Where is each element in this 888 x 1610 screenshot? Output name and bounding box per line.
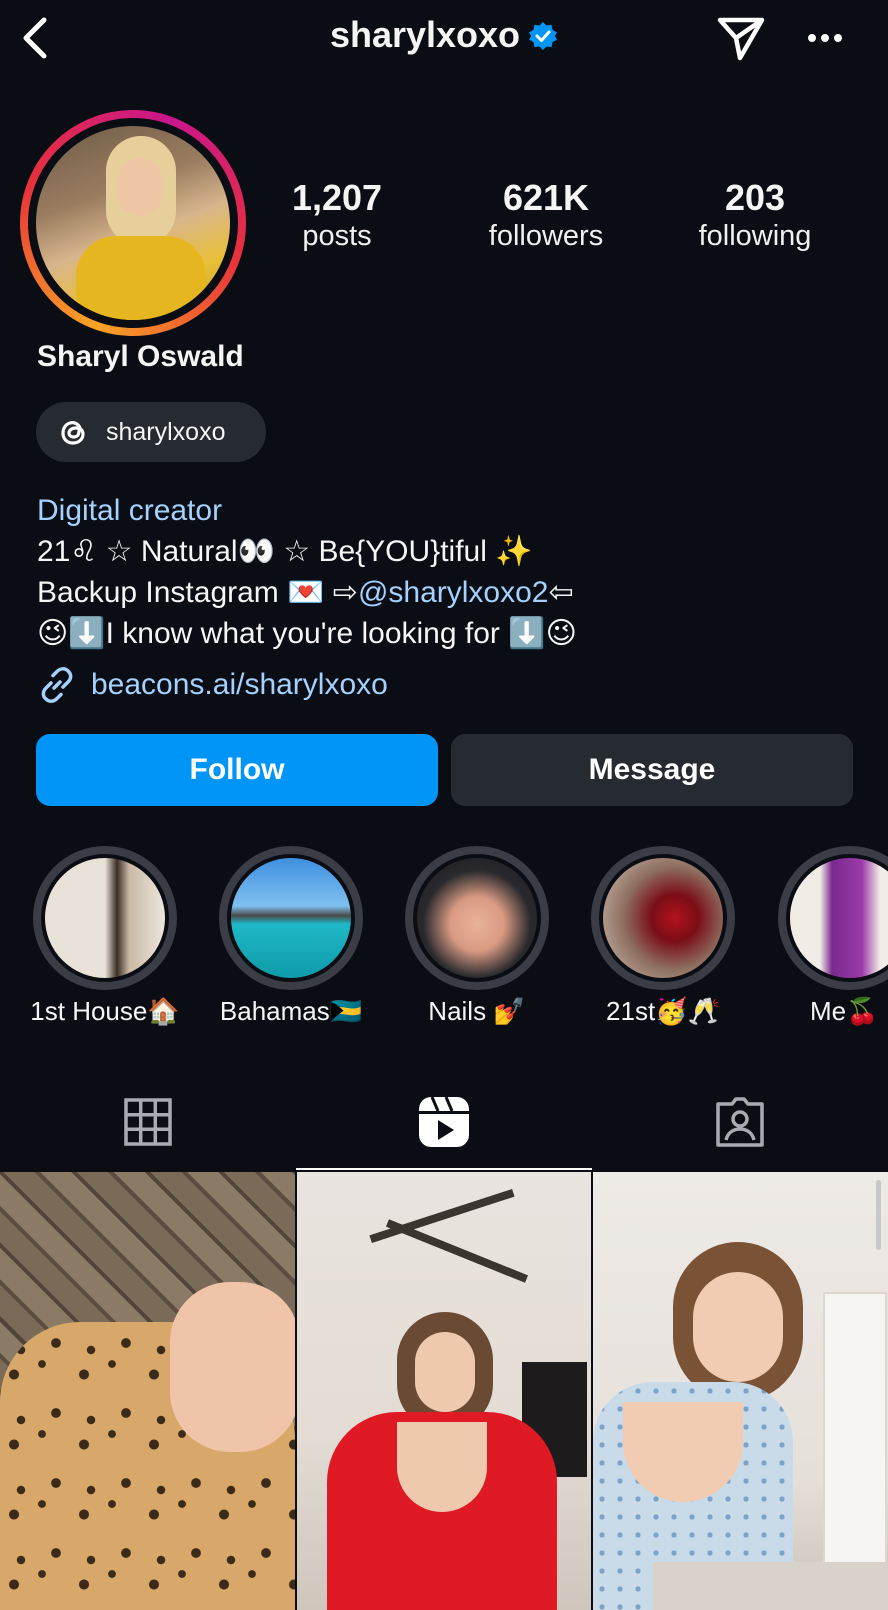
threads-badge[interactable]: sharylxoxo xyxy=(36,402,266,462)
active-tab-indicator xyxy=(296,1168,592,1170)
bio-line: 😉⬇️I know what you're looking for ⬇️😉 xyxy=(37,617,577,650)
highlight-item[interactable]: Bahamas🇧🇸 xyxy=(206,846,376,1027)
following-value: 203 xyxy=(724,177,786,218)
highlight-item[interactable]: 1st House🏠 xyxy=(20,846,190,1027)
more-options-button[interactable] xyxy=(800,18,850,58)
mention-link[interactable]: @sharylxoxo2 xyxy=(358,576,549,609)
reel-thumbnail[interactable] xyxy=(0,1172,295,1610)
highlight-item[interactable]: Nails 💅 xyxy=(392,846,562,1027)
grid-icon xyxy=(124,1098,172,1146)
tab-reels[interactable] xyxy=(416,1094,472,1150)
tab-posts[interactable] xyxy=(120,1094,176,1150)
category-label: Digital creator xyxy=(37,494,223,527)
more-horizontal-icon xyxy=(808,34,842,42)
highlight-label: Bahamas🇧🇸 xyxy=(219,996,363,1026)
highlight-cover xyxy=(41,854,169,982)
tab-tagged[interactable] xyxy=(712,1094,768,1150)
followers-count[interactable]: 621K followers xyxy=(461,178,631,254)
posts-count[interactable]: 1,207 posts xyxy=(252,178,422,254)
link-icon xyxy=(41,667,73,703)
following-count[interactable]: 203 following xyxy=(670,178,840,254)
highlight-item[interactable]: Me🍒 xyxy=(764,846,888,1027)
reel-thumbnail[interactable] xyxy=(297,1172,591,1610)
bio-backup-suffix: ⇦ xyxy=(548,576,574,609)
full-name: Sharyl Oswald xyxy=(37,340,244,373)
username: sharylxoxo xyxy=(329,14,521,55)
followers-value: 621K xyxy=(502,177,590,218)
highlight-cover xyxy=(413,854,541,982)
reel-thumbnail[interactable] xyxy=(593,1172,888,1610)
followers-label: followers xyxy=(488,220,604,252)
highlight-cover xyxy=(599,854,727,982)
highlight-label: 1st House🏠 xyxy=(30,996,180,1026)
tagged-icon xyxy=(716,1097,764,1147)
bio: Digital creator 21♌ ☆ Natural👀 ☆ Be{YOU}… xyxy=(37,490,577,654)
bio-line-backup: Backup Instagram 💌 ⇨@sharylxoxo2⇦ xyxy=(37,572,577,613)
threads-handle: sharylxoxo xyxy=(106,417,226,446)
paper-plane-icon xyxy=(717,17,765,61)
bio-line: 21♌ ☆ Natural👀 ☆ Be{YOU}tiful ✨ xyxy=(37,535,533,568)
posts-label: posts xyxy=(302,220,372,252)
scrollbar[interactable] xyxy=(876,1180,881,1250)
highlight-cover xyxy=(786,854,888,982)
posts-value: 1,207 xyxy=(291,177,383,218)
message-button[interactable]: Message xyxy=(451,734,853,806)
profile-link[interactable]: beacons.ai/sharylxoxo xyxy=(37,665,388,705)
profile-avatar[interactable] xyxy=(20,110,246,336)
highlight-label: Me🍒 xyxy=(810,996,879,1026)
follow-button[interactable]: Follow xyxy=(36,734,438,806)
highlight-cover xyxy=(227,854,355,982)
threads-icon xyxy=(61,421,85,445)
link-text: beacons.ai/sharylxoxo xyxy=(91,668,388,701)
avatar-photo xyxy=(36,126,230,320)
following-label: following xyxy=(698,220,812,252)
verified-badge-icon xyxy=(528,18,558,60)
bio-backup-text: Backup Instagram 💌 ⇨ xyxy=(37,576,358,609)
highlight-item[interactable]: 21st🥳🥂 xyxy=(578,846,748,1027)
highlight-label: Nails 💅 xyxy=(428,996,526,1026)
highlight-label: 21st🥳🥂 xyxy=(606,996,720,1026)
reels-icon xyxy=(419,1096,469,1147)
send-message-button[interactable] xyxy=(716,14,766,62)
